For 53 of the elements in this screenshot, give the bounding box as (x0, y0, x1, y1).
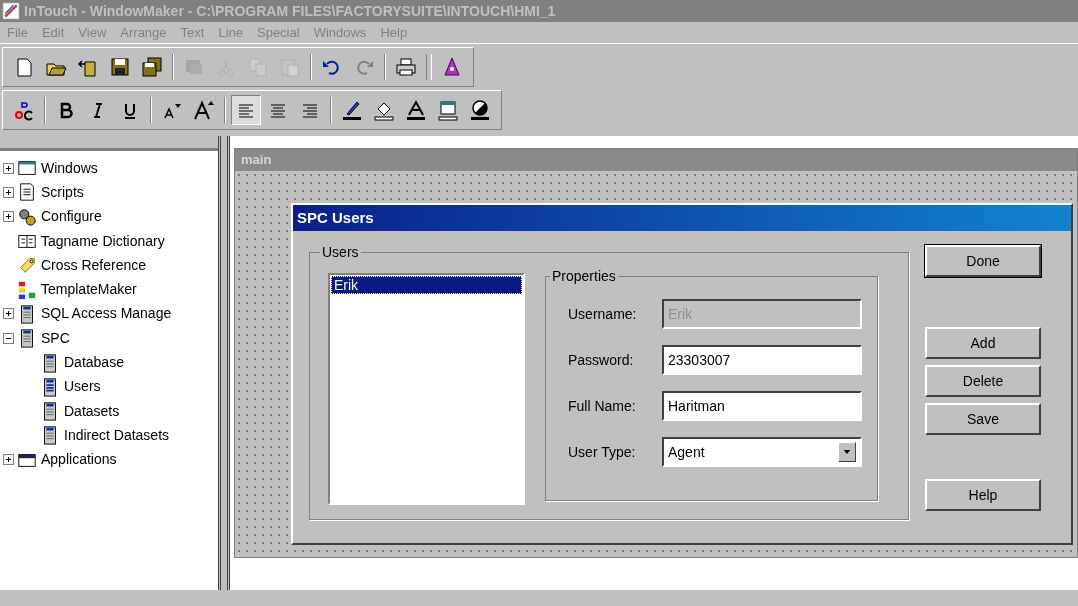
tree-item[interactable]: Users (64, 376, 101, 398)
spell-check-icon[interactable] (13, 99, 35, 121)
tree-item[interactable]: Applications (41, 449, 117, 471)
save-all-icon[interactable] (141, 56, 163, 78)
dialog-title: SPC Users (293, 205, 1071, 231)
tree-item[interactable]: SQL Access Manage (41, 303, 172, 325)
tree-item[interactable]: Windows (41, 157, 98, 179)
group-label: Properties (551, 269, 617, 283)
collapse-icon[interactable] (3, 332, 14, 344)
font-larger-icon[interactable] (193, 99, 215, 121)
dialog-button[interactable]: Help (925, 479, 1041, 511)
document-icon (17, 182, 37, 203)
input-field[interactable]: 23303007 (662, 345, 862, 375)
group-label: Users (321, 245, 360, 259)
tree-item[interactable]: Database (64, 352, 124, 373)
expand-icon[interactable] (3, 454, 14, 466)
tree-item[interactable]: Cross Reference (41, 254, 147, 276)
save-icon[interactable] (109, 56, 131, 78)
dialog-button[interactable]: Save (925, 403, 1041, 435)
expand-icon[interactable] (3, 162, 14, 174)
field-label: Full Name: (567, 396, 637, 416)
tree-item[interactable]: Tagname Dictionary (41, 230, 165, 252)
tree-item[interactable]: Datasets (64, 400, 120, 422)
user-list[interactable]: Erik (328, 273, 525, 505)
tree-item[interactable]: Indirect Datasets (64, 424, 170, 446)
expand-icon[interactable] (3, 211, 14, 223)
list-item[interactable]: Erik (331, 276, 522, 294)
field-label: Password: (567, 350, 635, 370)
window-title: InTouch - WindowMaker - C:\PROGRAM FILES\FACTORYSUITE\INTOUCH\HMI_1 (24, 1, 556, 21)
tree-item[interactable]: Configure (41, 206, 102, 228)
tag-icon (17, 255, 37, 276)
expand-icon[interactable] (3, 308, 14, 320)
tree-item[interactable]: SPC (41, 327, 70, 349)
wizard-icon[interactable] (441, 56, 463, 78)
tree-item[interactable]: TemplateMaker (41, 279, 137, 301)
dropdown[interactable]: Agent (662, 437, 862, 467)
field-label: Username: (567, 304, 638, 324)
expand-icon[interactable] (3, 186, 14, 198)
tree-item[interactable]: Scripts (41, 181, 84, 203)
input-field[interactable]: Haritman (662, 391, 862, 421)
gears-icon (17, 206, 37, 227)
dialog-button[interactable]: Done (925, 245, 1041, 277)
fill-style-icon[interactable] (469, 99, 491, 121)
dialog-button[interactable]: Delete (925, 365, 1041, 397)
text-color-icon[interactable] (405, 99, 427, 121)
document-window-title: main (235, 149, 1077, 171)
blocks-icon (17, 279, 37, 300)
print-icon[interactable] (395, 56, 417, 78)
dropdown-value: Agent (668, 442, 705, 462)
line-color-icon[interactable] (341, 99, 363, 121)
dialog-button[interactable]: Add (925, 327, 1041, 359)
field-label: User Type: (567, 442, 637, 462)
window-color-icon[interactable] (437, 99, 459, 121)
